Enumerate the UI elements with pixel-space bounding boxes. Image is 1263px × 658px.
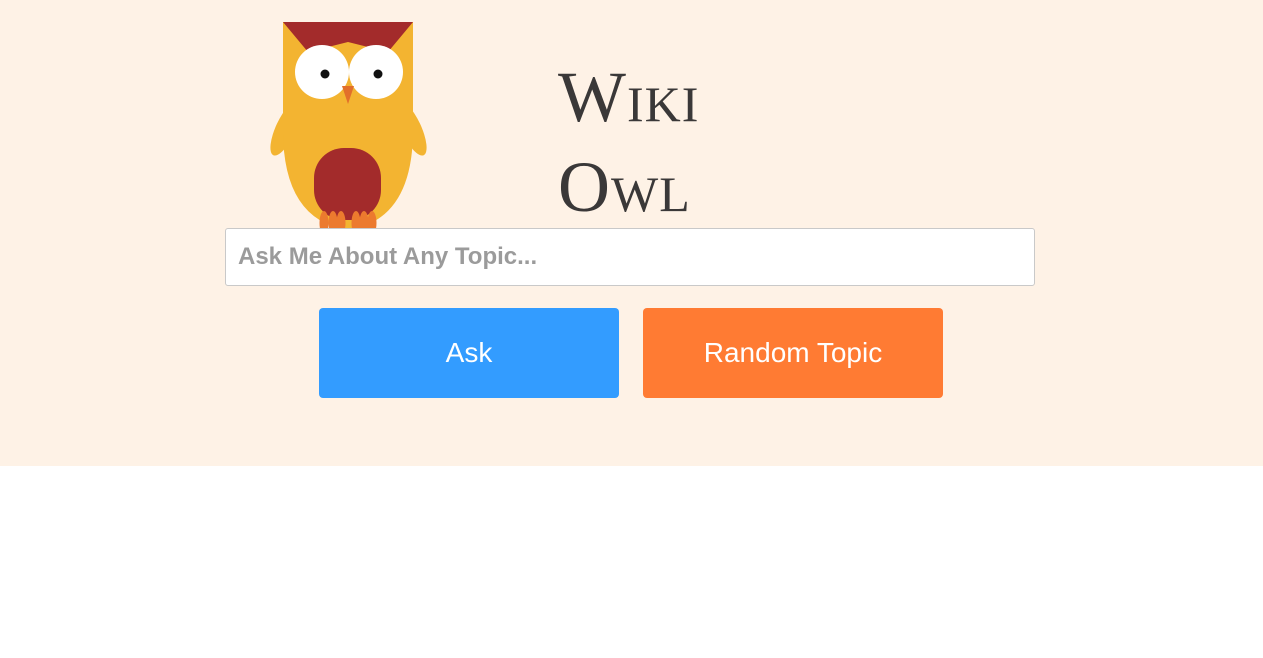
page-title-line-1: Wiki bbox=[558, 57, 700, 137]
search-input[interactable] bbox=[225, 228, 1035, 286]
ask-button[interactable]: Ask bbox=[319, 308, 619, 398]
owl-left-pupil bbox=[320, 69, 330, 79]
page-title-line-2: Owl bbox=[558, 147, 691, 227]
owl-belly bbox=[314, 148, 381, 220]
owl-logo-icon bbox=[270, 22, 427, 235]
hero-section: Wiki Owl Ask Random Topic bbox=[0, 0, 1263, 466]
random-topic-button[interactable]: Random Topic bbox=[643, 308, 943, 398]
owl-right-pupil bbox=[373, 69, 383, 79]
page-title: Wiki Owl bbox=[558, 52, 699, 232]
